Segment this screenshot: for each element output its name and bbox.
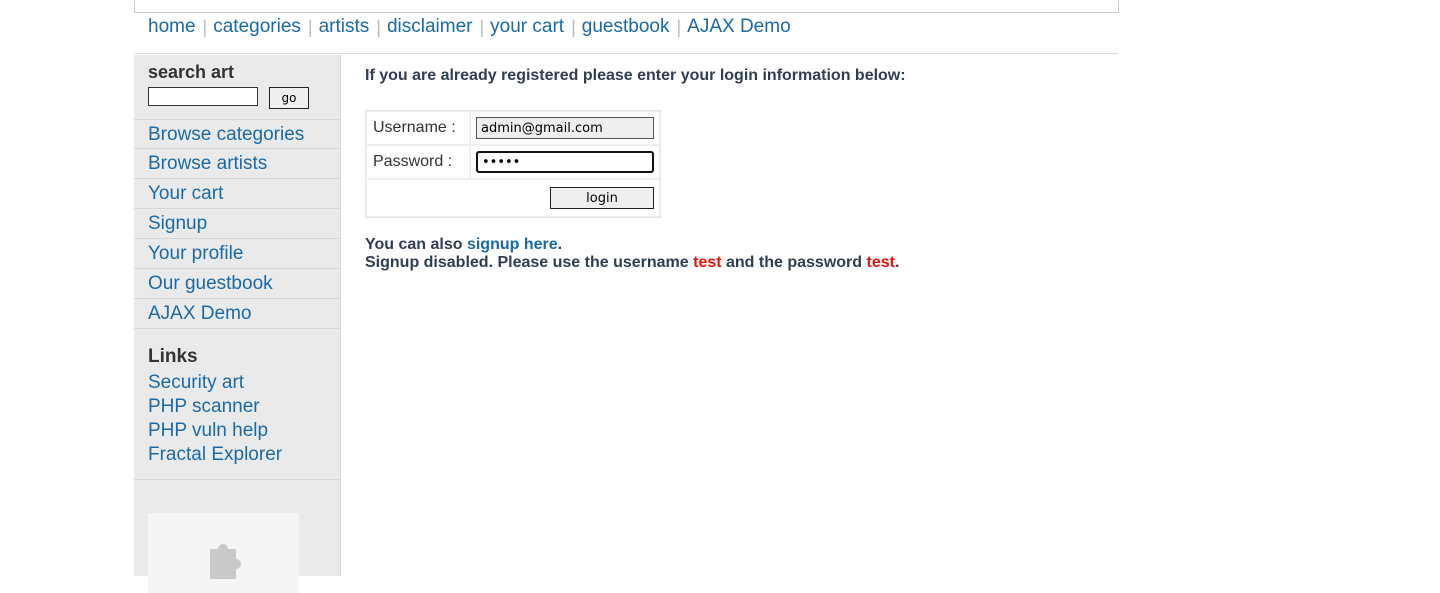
signup-line: You can also signup here. — [365, 236, 899, 254]
nav-separator: | — [479, 16, 485, 37]
login-button[interactable]: login — [550, 187, 654, 209]
nav-separator: | — [307, 16, 313, 37]
puzzle-piece-icon — [210, 544, 241, 579]
sidebar: search art go Browse categories Browse a… — [134, 55, 341, 593]
link-php-scanner[interactable]: PHP scanner — [148, 395, 282, 419]
sidebar-link[interactable]: Signup — [148, 213, 207, 234]
username-label: Username : — [366, 111, 470, 145]
nav-separator: | — [202, 16, 208, 37]
password-label: Password : — [366, 145, 470, 179]
signup-notes: You can also signup here. Signup disable… — [365, 236, 899, 272]
disabled-prefix: Signup disabled. Please use the username — [365, 254, 694, 271]
password-field[interactable] — [476, 151, 654, 173]
nav-divider — [134, 53, 1118, 54]
sidebar-link[interactable]: AJAX Demo — [148, 303, 251, 324]
sidebar-link[interactable]: Our guestbook — [148, 273, 273, 294]
nav-disclaimer[interactable]: disclaimer — [387, 16, 473, 38]
signup-link[interactable]: signup here — [467, 236, 558, 253]
login-form: Username : Password : login — [365, 110, 661, 218]
sidebar-item-your-profile: Your profile — [134, 239, 340, 269]
link-php-vuln-help[interactable]: PHP vuln help — [148, 419, 282, 443]
sidebar-divider — [134, 479, 340, 480]
sidebar-menu: Browse categories Browse artists Your ca… — [134, 119, 340, 329]
link-security-art[interactable]: Security art — [148, 371, 282, 395]
disabled-mid: and the password — [721, 254, 867, 271]
signup-suffix: . — [557, 236, 563, 253]
sidebar-link[interactable]: Your profile — [148, 243, 243, 264]
test-password: test — [866, 254, 895, 271]
nav-your-cart[interactable]: your cart — [490, 16, 564, 38]
test-username: test — [693, 254, 722, 271]
sidebar-item-your-cart: Your cart — [134, 179, 340, 209]
top-navigation: home | categories | artists | disclaimer… — [148, 15, 791, 39]
disabled-suffix: . — [894, 254, 900, 271]
links-heading: Links — [148, 346, 198, 367]
sidebar-link[interactable]: Your cart — [148, 183, 223, 204]
sidebar-item-signup: Signup — [134, 209, 340, 239]
signup-prefix: You can also — [365, 236, 467, 253]
header-box — [134, 0, 1119, 13]
nav-guestbook[interactable]: guestbook — [582, 16, 670, 38]
login-intro: If you are already registered please ent… — [365, 67, 906, 84]
nav-separator: | — [676, 16, 682, 37]
nav-ajax-demo[interactable]: AJAX Demo — [687, 16, 790, 38]
nav-separator: | — [571, 16, 576, 37]
username-field[interactable] — [476, 117, 654, 139]
nav-separator: | — [376, 16, 381, 37]
sidebar-link[interactable]: Browse categories — [148, 124, 304, 145]
link-fractal-explorer[interactable]: Fractal Explorer — [148, 443, 282, 467]
sidebar-item-browse-artists: Browse artists — [134, 149, 340, 179]
search-title: search art — [148, 62, 235, 82]
sidebar-item-our-guestbook: Our guestbook — [134, 269, 340, 299]
nav-artists[interactable]: artists — [319, 16, 370, 38]
nav-home[interactable]: home — [148, 16, 196, 38]
main-content: If you are already registered please ent… — [365, 67, 906, 271]
sidebar-link[interactable]: Browse artists — [148, 153, 267, 174]
search-input[interactable] — [148, 87, 258, 106]
plugin-placeholder — [148, 513, 299, 593]
nav-categories[interactable]: categories — [213, 16, 301, 38]
links-list: Security art PHP scanner PHP vuln help F… — [148, 371, 282, 467]
sidebar-item-browse-categories: Browse categories — [134, 119, 340, 149]
signup-disabled-line: Signup disabled. Please use the username… — [365, 254, 899, 272]
search-go-button[interactable]: go — [269, 87, 309, 109]
sidebar-item-ajax-demo: AJAX Demo — [134, 299, 340, 329]
